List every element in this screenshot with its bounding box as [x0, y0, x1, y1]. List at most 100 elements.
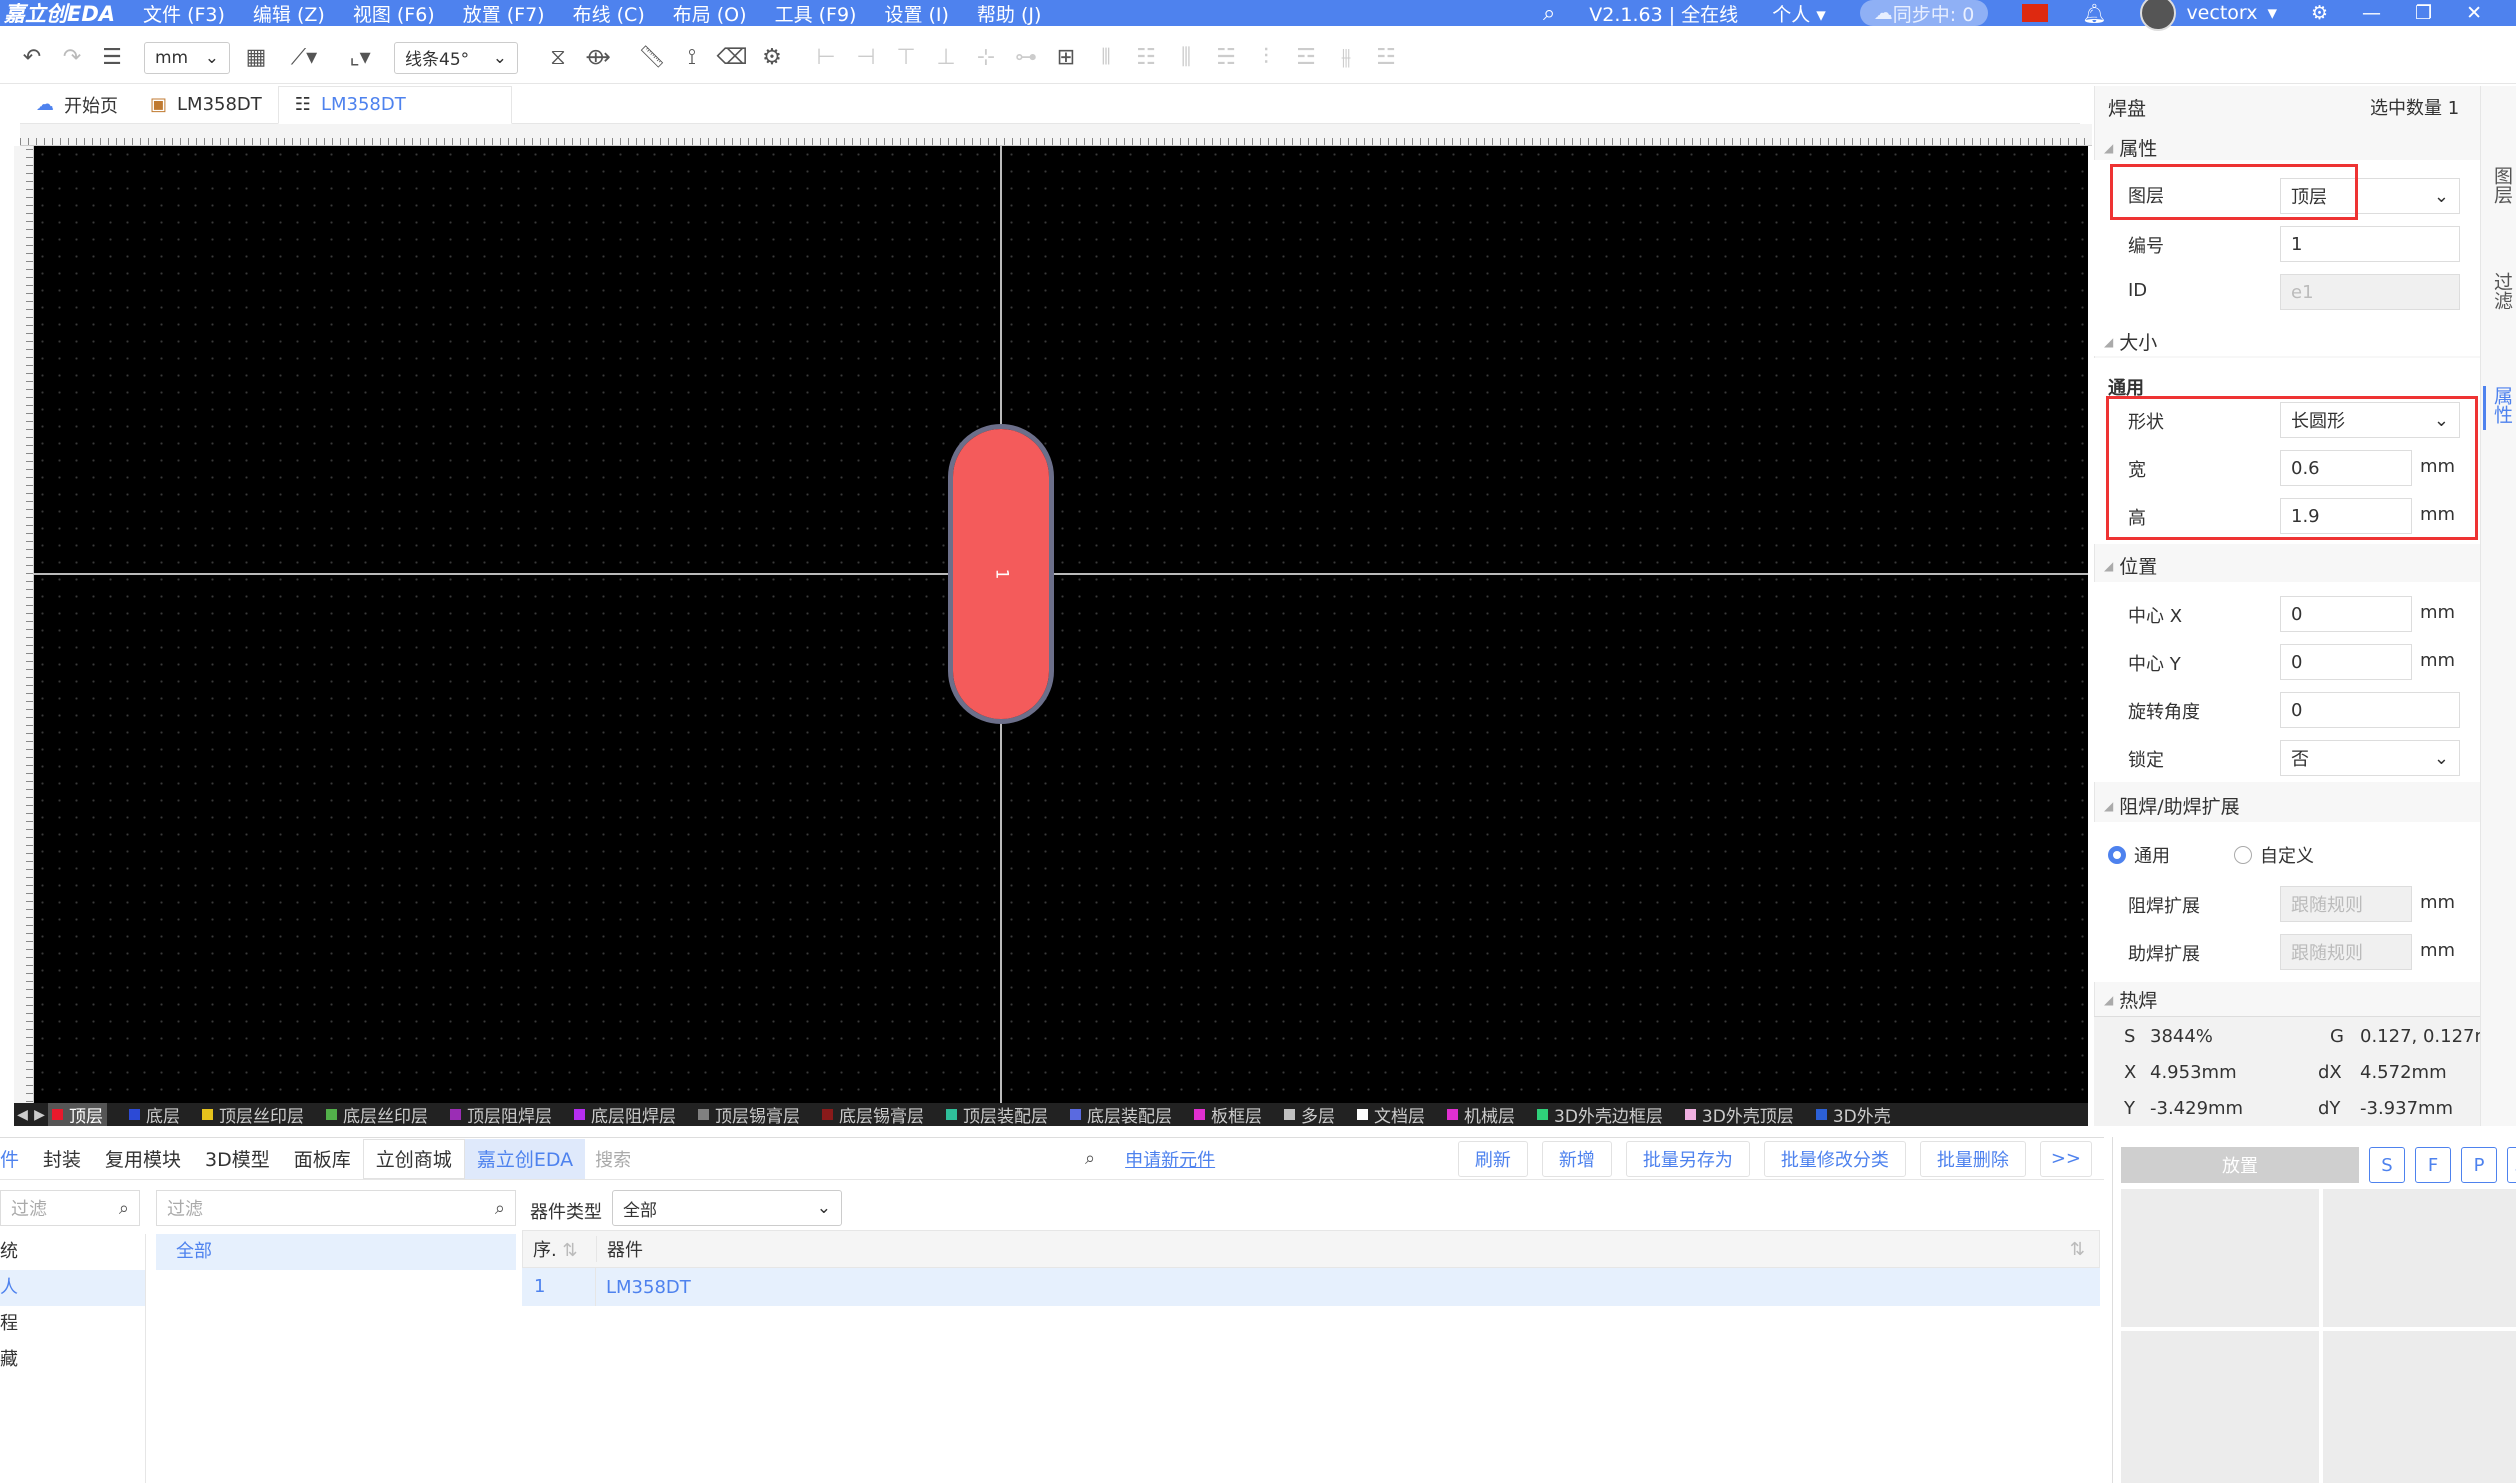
align-top-icon[interactable]: ⊤	[892, 44, 920, 72]
lib-tab-footprint[interactable]: 封装	[31, 1139, 93, 1179]
unit-select[interactable]: mm ⌄	[144, 41, 230, 74]
vtab-properties[interactable]: 属性	[2489, 386, 2516, 424]
vtab-layers[interactable]: 图层	[2489, 166, 2516, 204]
lock-select[interactable]: 否 ⌄	[2280, 740, 2460, 776]
menu-view[interactable]: 视图 (F6)	[353, 0, 435, 27]
lib-tab-jlc[interactable]: 嘉立创EDA	[464, 1138, 586, 1179]
distribute-top-icon[interactable]: ⫶	[1252, 44, 1280, 72]
layer-item[interactable]: 底层阻焊层	[574, 1103, 676, 1126]
flag-icon[interactable]	[2022, 4, 2049, 22]
radio-custom[interactable]: 自定义	[2234, 842, 2314, 868]
tab-start[interactable]: ☁ 开始页	[20, 86, 134, 124]
view-f-button[interactable]: F	[2415, 1147, 2451, 1183]
lib-tab-lcsc[interactable]: 立创商城	[362, 1138, 465, 1179]
tab-symbol[interactable]: ▣ LM358DT	[134, 86, 278, 124]
view-s-button[interactable]: S	[2369, 1147, 2405, 1183]
align-right-icon[interactable]: ⊣	[852, 44, 880, 72]
category-all[interactable]: 全部	[156, 1234, 516, 1270]
distribute-v-icon[interactable]: ☷	[1132, 44, 1160, 72]
distribute-h-icon[interactable]: ⫴	[1092, 44, 1120, 72]
filter-input-left[interactable]: 过滤 ⌕	[0, 1190, 140, 1226]
erase-icon[interactable]: ⌫	[716, 44, 747, 72]
layer-item[interactable]: 3D外壳	[1815, 1103, 1891, 1126]
sort-icon[interactable]: ⇅	[2070, 1239, 2085, 1260]
design-check-icon[interactable]: ☰	[98, 44, 126, 72]
settings-icon[interactable]: ⚙	[758, 44, 786, 72]
lib-tab-module[interactable]: 复用模块	[93, 1139, 193, 1179]
layer-item[interactable]: 板框层	[1194, 1103, 1262, 1126]
nav-favorites[interactable]: 藏	[0, 1342, 145, 1378]
layer-item[interactable]: 多层	[1284, 1103, 1335, 1126]
align-center-h-icon[interactable]: ⊹	[972, 44, 1000, 72]
more-button[interactable]: >>	[2039, 1140, 2092, 1177]
lib-tab-device[interactable]: 件	[0, 1139, 31, 1179]
pad[interactable]: 1	[948, 424, 1054, 724]
cx-input[interactable]: 0	[2280, 596, 2412, 632]
menu-file[interactable]: 文件 (F3)	[143, 0, 225, 27]
view-p-button[interactable]: P	[2461, 1147, 2497, 1183]
route-icon[interactable]: ⟟	[678, 44, 706, 72]
section-attributes[interactable]: ◢ 属性	[2104, 134, 2157, 161]
lib-tab-panel[interactable]: 面板库	[282, 1139, 363, 1179]
distribute-bottom-icon[interactable]: ☲	[1292, 44, 1320, 72]
layer-item[interactable]: 机械层	[1447, 1103, 1515, 1126]
col-index[interactable]: 序. ⇅	[523, 1236, 597, 1262]
col-device[interactable]: 器件	[597, 1236, 643, 1262]
tab-footprint[interactable]: ☷ LM358DT	[277, 85, 512, 124]
line-mode-select[interactable]: 线条45° ⌄	[394, 41, 518, 74]
menu-tools[interactable]: 工具 (F9)	[775, 0, 857, 27]
layer-item[interactable]: 3D外壳顶层	[1684, 1103, 1794, 1126]
menu-help[interactable]: 帮助 (J)	[977, 0, 1041, 27]
chevron-left-icon[interactable]: ◀	[17, 1107, 28, 1123]
add-button[interactable]: 新增	[1541, 1140, 1612, 1177]
layer-item[interactable]: 底层丝印层	[326, 1103, 428, 1126]
flip-icon[interactable]: ⟴	[584, 44, 612, 72]
batch-delete-button[interactable]: 批量删除	[1919, 1140, 2026, 1177]
section-position[interactable]: ◢ 位置	[2104, 552, 2157, 579]
restore-icon[interactable]: ❐	[2415, 2, 2432, 24]
layer-item[interactable]: 顶层锡膏层	[698, 1103, 800, 1126]
layer-item[interactable]: 底层	[129, 1103, 180, 1126]
align-left-icon[interactable]: ⊢	[812, 44, 840, 72]
align-center-v-icon[interactable]: ⊶	[1012, 44, 1040, 72]
nav-personal[interactable]: 人	[0, 1270, 145, 1306]
corner-tool-icon[interactable]: ⌞▾	[338, 44, 382, 72]
distribute-left-icon[interactable]: ⫼	[1172, 44, 1200, 72]
search-icon[interactable]: ⌕	[1543, 1, 1555, 26]
layer-item[interactable]: 3D外壳边框层	[1537, 1103, 1663, 1126]
menu-layout[interactable]: 布局 (O)	[673, 0, 747, 27]
line-tool-icon[interactable]: ⟋▾	[282, 44, 326, 72]
number-input[interactable]: 1	[2280, 226, 2460, 262]
nav-project[interactable]: 程	[0, 1306, 145, 1342]
filter-input-category[interactable]: 过滤 ⌕	[156, 1190, 516, 1226]
distribute-center-icon[interactable]: ⫵	[1332, 44, 1360, 72]
redo-icon[interactable]: ↷	[58, 44, 86, 72]
refresh-button[interactable]: 刷新	[1457, 1140, 1528, 1177]
align-bottom-icon[interactable]: ⊥	[932, 44, 960, 72]
layer-item[interactable]: 顶层丝印层	[202, 1103, 304, 1126]
menu-settings[interactable]: 设置 (I)	[884, 0, 948, 27]
measure-icon[interactable]: 📏︎	[638, 44, 666, 72]
chevron-right-icon[interactable]: ▶	[34, 1107, 45, 1123]
distribute-right-icon[interactable]: ☵	[1212, 44, 1240, 72]
minimize-icon[interactable]: —	[2362, 2, 2381, 24]
pcb-canvas[interactable]: 1	[34, 146, 2088, 1106]
align-grid-icon[interactable]: ⊞	[1052, 44, 1080, 72]
section-thermal[interactable]: ◢ 热焊	[2104, 986, 2157, 1013]
layer-item[interactable]: 底层锡膏层	[822, 1103, 924, 1126]
section-size[interactable]: ◢ 大小	[2104, 328, 2157, 355]
nav-system[interactable]: 统	[0, 1234, 145, 1270]
mirror-icon[interactable]: ⧖	[544, 44, 572, 72]
batch-save-button[interactable]: 批量另存为	[1625, 1140, 1750, 1177]
layer-item[interactable]: 顶层	[48, 1103, 107, 1126]
grid-icon[interactable]: ▦	[242, 44, 270, 72]
bell-icon[interactable]: 🔔︎	[2082, 2, 2106, 25]
gear-icon[interactable]: ⚙	[2311, 2, 2328, 24]
table-row[interactable]: 1 LM358DT	[522, 1268, 2100, 1306]
section-mask[interactable]: ◢ 阻焊/助焊扩展	[2104, 792, 2240, 819]
layer-item[interactable]: 底层装配层	[1070, 1103, 1172, 1126]
menu-place[interactable]: 放置 (F7)	[463, 0, 545, 27]
type-select[interactable]: 全部 ⌄	[612, 1190, 842, 1226]
radio-general[interactable]: 通用	[2108, 842, 2170, 868]
apply-link[interactable]: 申请新元件	[1125, 1146, 1215, 1172]
